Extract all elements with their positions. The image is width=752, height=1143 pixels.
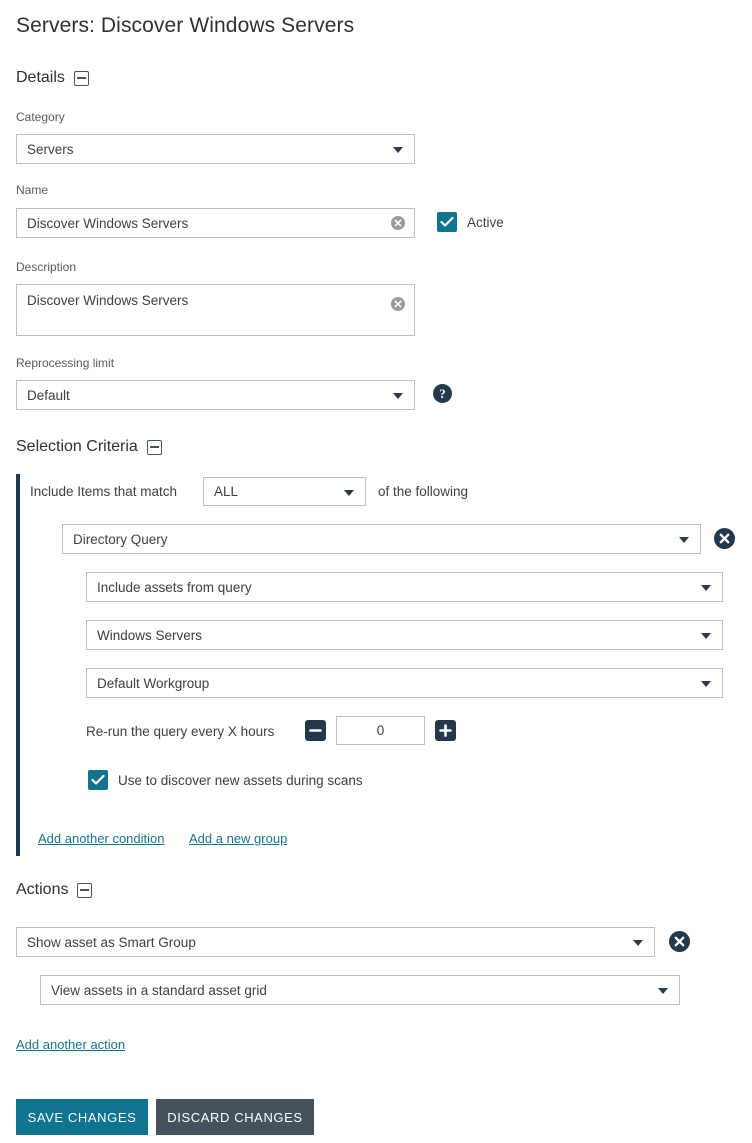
page-title: Servers: Discover Windows Servers — [16, 14, 355, 37]
condition-type-select[interactable]: Directory Query — [62, 524, 701, 554]
discover-assets-label: Use to discover new assets during scans — [118, 772, 363, 788]
rerun-interval-input[interactable]: 0 — [336, 716, 425, 745]
match-type-select[interactable]: ALL — [203, 477, 366, 506]
reprocessing-limit-value: Default — [27, 387, 70, 403]
collapse-icon[interactable] — [77, 882, 93, 898]
reprocessing-limit-select[interactable]: Default — [16, 380, 415, 410]
criteria-group-bar — [16, 474, 20, 856]
sub-action-select[interactable]: View assets in a standard asset grid — [40, 975, 680, 1005]
active-checkbox-row[interactable]: Active — [437, 212, 504, 232]
chevron-down-icon — [701, 585, 711, 591]
collapse-icon[interactable] — [146, 439, 162, 455]
actions-section-header: Actions — [16, 881, 93, 899]
active-label: Active — [467, 214, 504, 230]
chevron-down-icon — [701, 681, 711, 687]
chevron-down-icon — [701, 633, 711, 639]
rerun-interval-label: Re-run the query every X hours — [86, 724, 275, 739]
condition-workgroup-select[interactable]: Default Workgroup — [86, 668, 723, 698]
discard-changes-button[interactable]: DISCARD CHANGES — [156, 1099, 314, 1135]
add-another-action-link[interactable]: Add another action — [16, 1037, 125, 1052]
remove-condition-button[interactable] — [714, 528, 735, 549]
remove-action-button[interactable] — [669, 931, 690, 952]
clear-icon[interactable] — [391, 297, 405, 311]
action-select[interactable]: Show asset as Smart Group — [16, 927, 655, 957]
chevron-down-icon — [393, 147, 403, 153]
description-label: Description — [16, 260, 77, 274]
reprocessing-limit-label: Reprocessing limit — [16, 356, 115, 370]
category-select[interactable]: Servers — [16, 134, 415, 164]
chevron-down-icon — [344, 489, 354, 496]
help-icon[interactable]: ? — [433, 384, 452, 403]
details-section-header: Details — [16, 69, 89, 87]
discover-assets-checkbox[interactable] — [88, 770, 108, 790]
sub-action-value: View assets in a standard asset grid — [51, 982, 267, 998]
condition-query-select[interactable]: Windows Servers — [86, 620, 723, 650]
name-label: Name — [16, 183, 49, 197]
chevron-down-icon — [658, 988, 668, 994]
rerun-interval-value: 0 — [376, 723, 385, 738]
actions-heading-label: Actions — [16, 881, 69, 898]
description-textarea[interactable]: Discover Windows Servers — [16, 284, 415, 336]
name-value: Discover Windows Servers — [27, 215, 189, 231]
chevron-down-icon — [679, 537, 689, 543]
action-value: Show asset as Smart Group — [27, 934, 196, 950]
category-value: Servers — [27, 141, 74, 157]
condition-mode-select[interactable]: Include assets from query — [86, 572, 723, 602]
condition-query-value: Windows Servers — [97, 627, 203, 643]
smart-rule-editor-page: Servers: Discover Windows Servers Detail… — [0, 0, 752, 1143]
increment-button[interactable] — [435, 720, 456, 741]
match-suffix-label: of the following — [378, 484, 469, 499]
selection-criteria-section-header: Selection Criteria — [16, 438, 162, 456]
name-input[interactable]: Discover Windows Servers — [16, 208, 415, 238]
condition-mode-value: Include assets from query — [97, 579, 252, 595]
description-value: Discover Windows Servers — [27, 293, 189, 308]
add-another-condition-link[interactable]: Add another condition — [38, 831, 164, 846]
decrement-button[interactable] — [305, 720, 326, 741]
selection-criteria-heading-label: Selection Criteria — [16, 438, 138, 455]
match-prefix-label: Include Items that match — [30, 484, 178, 499]
active-checkbox[interactable] — [437, 212, 457, 232]
save-changes-button[interactable]: SAVE CHANGES — [16, 1099, 148, 1135]
condition-type-value: Directory Query — [73, 531, 168, 547]
category-label: Category — [16, 110, 65, 124]
chevron-down-icon — [633, 940, 643, 946]
chevron-down-icon — [393, 393, 403, 399]
details-heading-label: Details — [16, 69, 65, 86]
match-type-value: ALL — [214, 484, 239, 499]
add-new-group-link[interactable]: Add a new group — [189, 831, 287, 846]
collapse-icon[interactable] — [73, 70, 89, 86]
discover-assets-checkbox-row[interactable]: Use to discover new assets during scans — [88, 770, 363, 790]
clear-icon[interactable] — [391, 216, 405, 230]
condition-workgroup-value: Default Workgroup — [97, 675, 210, 691]
